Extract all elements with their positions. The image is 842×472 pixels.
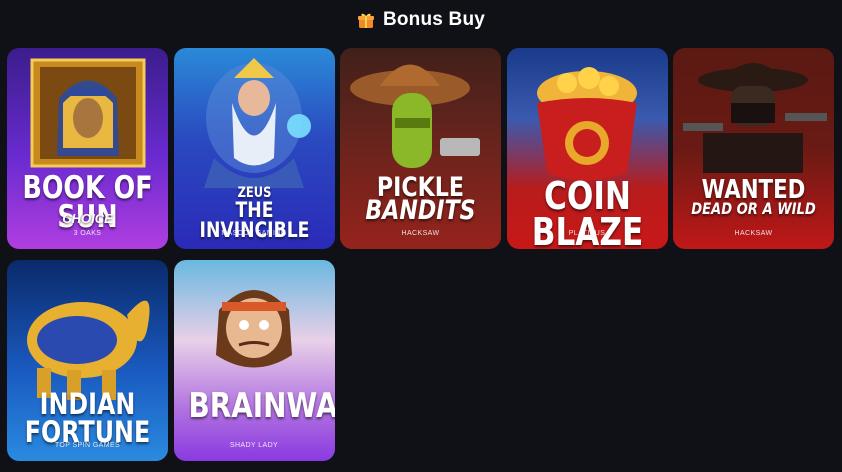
game-provider: SHADY LADY	[229, 442, 279, 449]
game-art	[174, 260, 335, 461]
game-subtitle: CHOICE	[62, 211, 113, 226]
game-title-line2: DEAD OR A WILD	[691, 199, 816, 218]
game-card-brainwashed[interactable]: BRAINWASHED SHADY LADY	[173, 260, 335, 461]
game-provider: HACKSAW	[401, 230, 440, 237]
game-title: COIN BLAZE	[531, 174, 643, 249]
section-title: Bonus Buy	[382, 9, 486, 30]
game-grid: BOOK OF SUN CHOICE 3 OAKS ZEUS THE INVIN…	[7, 48, 834, 461]
game-card-book-of-sun[interactable]: BOOK OF SUN CHOICE 3 OAKS	[7, 48, 168, 249]
gift-icon	[357, 11, 375, 29]
game-title-line2: BANDITS	[365, 195, 476, 226]
game-card-wanted-dead-or-a-wild[interactable]: WANTED DEAD OR A WILD HACKSAW	[673, 48, 834, 249]
game-card-zeus-the-invincible[interactable]: ZEUS THE INVINCIBLE MASCOT GAMING	[173, 48, 335, 249]
game-card-coin-blaze[interactable]: COIN BLAZE PLATIPUS	[506, 48, 668, 249]
game-provider: TOP SPIN GAMES	[54, 442, 121, 449]
game-title: BRAINWASHED	[187, 386, 335, 426]
game-card-pickle-bandits[interactable]: PICKLE BANDITS HACKSAW	[340, 48, 501, 249]
game-art	[673, 48, 834, 249]
game-title: INDIAN FORTUNE	[24, 387, 151, 449]
game-provider: HACKSAW	[734, 230, 773, 237]
game-provider: PLATIPUS	[568, 230, 606, 237]
game-provider: MASCOT GAMING	[221, 230, 287, 237]
game-provider: 3 OAKS	[73, 230, 102, 237]
section-header: Bonus Buy	[0, 0, 842, 40]
game-card-indian-fortune[interactable]: INDIAN FORTUNE TOP SPIN GAMES	[7, 260, 168, 461]
